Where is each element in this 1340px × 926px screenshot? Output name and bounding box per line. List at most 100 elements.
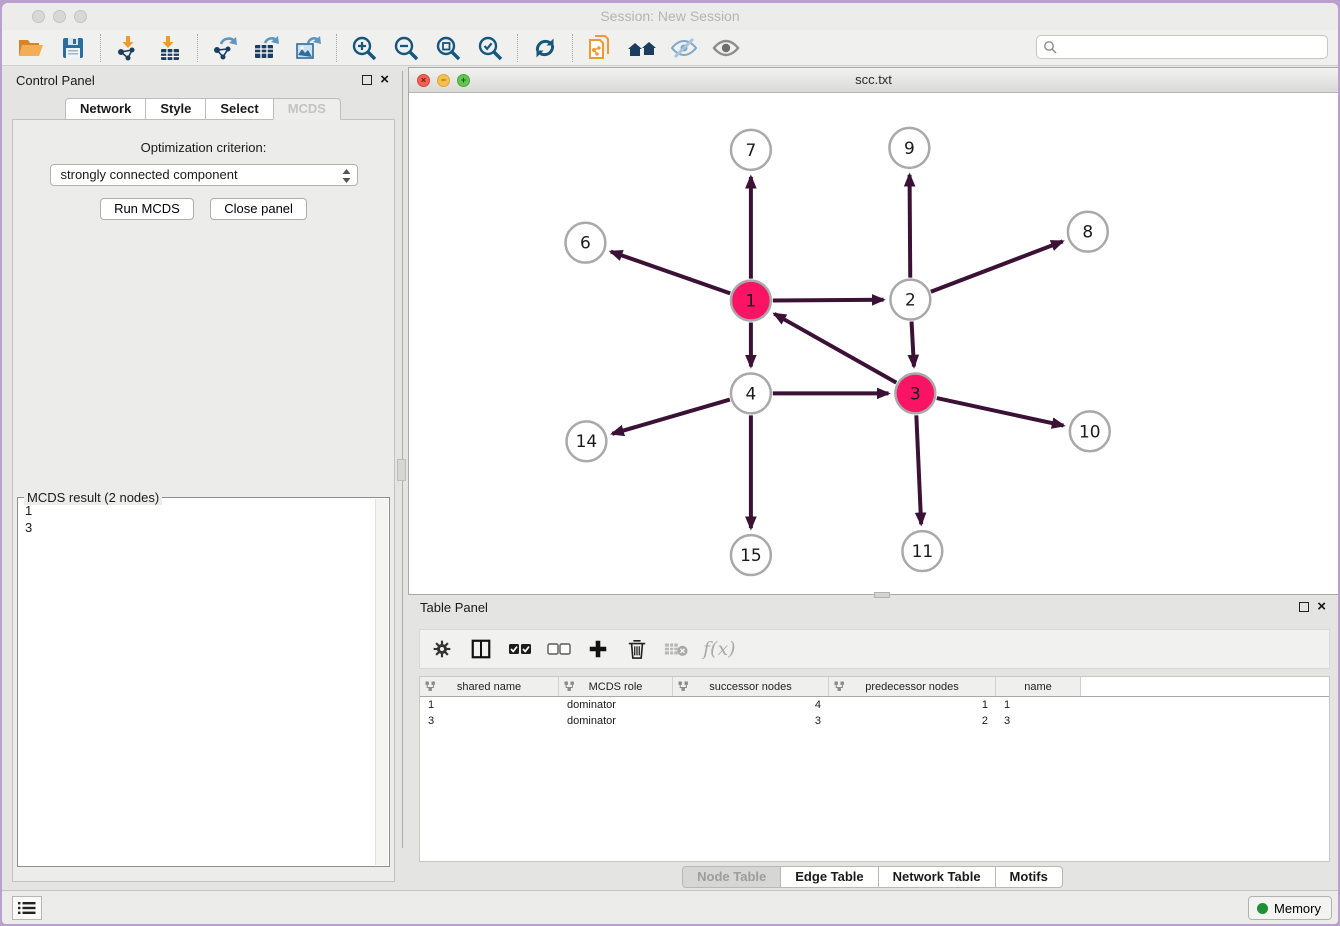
graph-edge-1-6[interactable] — [611, 252, 730, 294]
graph-edge-3-1[interactable] — [774, 314, 896, 383]
export-image-button[interactable] — [288, 32, 330, 64]
import-table-button[interactable] — [149, 32, 191, 64]
table-tab-network-table[interactable]: Network Table — [878, 866, 996, 888]
export-network-icon — [211, 35, 239, 61]
network-canvas[interactable]: 7 9 6 8 1 2 4 3 14 10 15 11 — [409, 93, 1338, 594]
column-header-name[interactable]: name — [996, 677, 1081, 696]
column-header-successor-nodes[interactable]: successor nodes — [673, 677, 829, 696]
search-box[interactable] — [1036, 35, 1328, 59]
graph-edge-3-10[interactable] — [937, 398, 1064, 426]
graph-node-14[interactable]: 14 — [566, 421, 606, 461]
export-table-button[interactable] — [246, 32, 288, 64]
toolbar-separator — [517, 34, 518, 62]
graph-edge-2-3[interactable] — [912, 322, 914, 367]
graph-node-2[interactable]: 2 — [890, 280, 930, 320]
column-header-MCDS-role[interactable]: MCDS role — [559, 677, 673, 696]
zoom-in-button[interactable] — [343, 32, 385, 64]
hide-graphics-details-button[interactable] — [663, 32, 705, 64]
window-resize-grip[interactable] — [874, 592, 890, 598]
zoom-out-button[interactable] — [385, 32, 427, 64]
close-panel-button[interactable]: Close panel — [210, 198, 307, 220]
show-task-history-button[interactable] — [12, 896, 42, 920]
memory-button[interactable]: Memory — [1248, 896, 1332, 920]
graph-edge-3-11[interactable] — [916, 415, 921, 524]
run-mcds-button[interactable]: Run MCDS — [100, 198, 194, 220]
delete-column-button[interactable] — [625, 636, 649, 662]
table-cell[interactable]: 3 — [673, 713, 829, 729]
table-cell[interactable]: dominator — [559, 713, 673, 729]
home-view-button[interactable] — [621, 32, 663, 64]
table-cell[interactable]: 3 — [420, 713, 559, 729]
graph-edge-4-14[interactable] — [612, 400, 730, 434]
open-network-file-button[interactable] — [579, 32, 621, 64]
table-cell[interactable]: 1 — [996, 697, 1081, 713]
float-table-panel-icon[interactable] — [1299, 602, 1309, 612]
zoom-in-icon — [351, 35, 377, 61]
float-panel-icon[interactable] — [362, 75, 372, 85]
node-table: shared nameMCDS rolesuccessor nodesprede… — [419, 676, 1330, 862]
table-cell[interactable]: 4 — [673, 697, 829, 713]
graph-edge-2-8[interactable] — [931, 241, 1063, 291]
svg-text:10: 10 — [1079, 421, 1101, 441]
table-tab-motifs[interactable]: Motifs — [995, 866, 1063, 888]
graph-node-9[interactable]: 9 — [889, 128, 929, 168]
graph-node-8[interactable]: 8 — [1068, 212, 1108, 252]
graph-node-4[interactable]: 4 — [731, 373, 771, 413]
function-builder-button[interactable]: f(x) — [703, 638, 736, 660]
network-window-titlebar[interactable]: × − + scc.txt — [409, 68, 1338, 93]
graph-edge-2-9[interactable] — [910, 175, 911, 278]
result-scrollbar[interactable] — [375, 499, 388, 865]
add-column-button[interactable] — [586, 636, 610, 662]
search-icon — [1043, 40, 1057, 54]
deselect-all-checkboxes-button[interactable] — [547, 636, 571, 662]
table-row[interactable]: 3dominator323 — [420, 713, 1329, 729]
control-tab-style[interactable]: Style — [145, 98, 206, 120]
table-row[interactable]: 1dominator411 — [420, 697, 1329, 713]
toolbar-separator — [100, 34, 101, 62]
column-header-shared-name[interactable]: shared name — [420, 677, 559, 696]
svg-text:2: 2 — [905, 290, 916, 310]
graph-node-3[interactable]: 3 — [895, 373, 935, 413]
graph-node-1[interactable]: 1 — [731, 281, 771, 321]
table-cell[interactable]: 3 — [996, 713, 1081, 729]
table-tab-edge-table[interactable]: Edge Table — [780, 866, 878, 888]
graph-node-11[interactable]: 11 — [902, 531, 942, 571]
show-graphics-details-button[interactable] — [705, 32, 747, 64]
save-session-button[interactable] — [52, 32, 94, 64]
search-input[interactable] — [1057, 38, 1327, 56]
table-cell[interactable]: 2 — [829, 713, 996, 729]
graph-edge-1-2[interactable] — [773, 300, 884, 301]
toggle-column-panel-button[interactable] — [469, 636, 493, 662]
control-tab-select[interactable]: Select — [205, 98, 273, 120]
graph-node-7[interactable]: 7 — [731, 130, 771, 170]
titlebar: Session: New Session — [2, 3, 1338, 30]
close-panel-icon[interactable]: × — [380, 75, 389, 85]
column-header-predecessor-nodes[interactable]: predecessor nodes — [829, 677, 996, 696]
table-cell[interactable]: dominator — [559, 697, 673, 713]
close-table-panel-icon[interactable]: × — [1317, 602, 1326, 612]
optimization-criterion-select[interactable]: strongly connected component — [50, 164, 358, 186]
table-panel: Table Panel × — [408, 600, 1338, 890]
export-network-button[interactable] — [204, 32, 246, 64]
delete-table-button[interactable] — [664, 636, 688, 662]
table-tab-node-table[interactable]: Node Table — [682, 866, 781, 888]
table-cell[interactable]: 1 — [420, 697, 559, 713]
graph-node-6[interactable]: 6 — [565, 223, 605, 263]
open-session-button[interactable] — [10, 32, 52, 64]
window-title: Session: New Session — [2, 8, 1338, 24]
settings-gear-button[interactable] — [430, 636, 454, 662]
table-cell[interactable]: 1 — [829, 697, 996, 713]
graph-node-10[interactable]: 10 — [1070, 411, 1110, 451]
refresh-button[interactable] — [524, 32, 566, 64]
control-tab-mcds[interactable]: MCDS — [273, 98, 341, 120]
split-divider-handle[interactable] — [397, 459, 406, 481]
zoom-selected-button[interactable] — [469, 32, 511, 64]
select-all-checkboxes-button[interactable] — [508, 636, 532, 662]
zoom-fit-button[interactable] — [427, 32, 469, 64]
table-panel-title: Table Panel — [420, 600, 488, 615]
save-floppy-icon — [61, 36, 85, 60]
control-tab-network[interactable]: Network — [65, 98, 146, 120]
graph-node-15[interactable]: 15 — [731, 535, 771, 575]
import-network-button[interactable] — [107, 32, 149, 64]
svg-text:7: 7 — [746, 140, 757, 160]
